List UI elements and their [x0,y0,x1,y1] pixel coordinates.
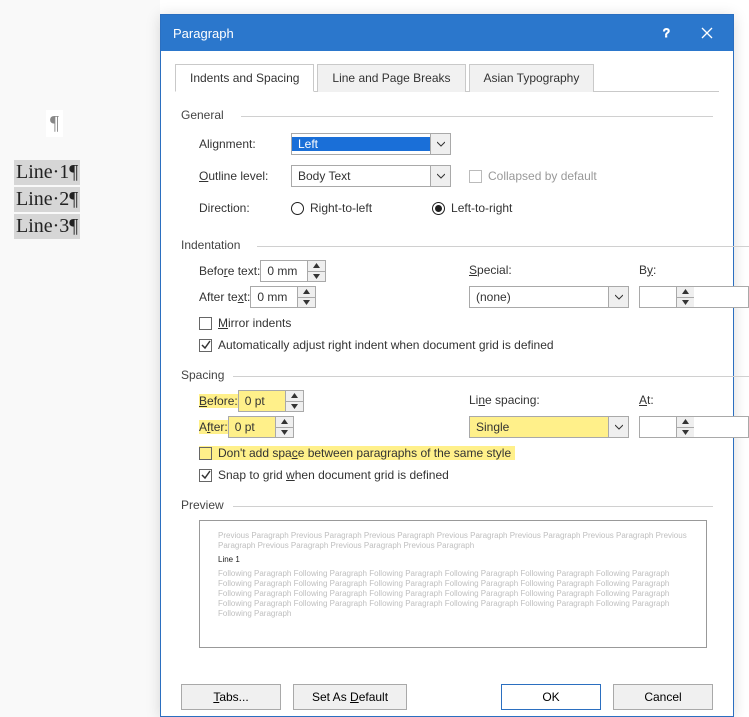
auto-adjust-label: Automatically adjust right indent when d… [218,338,554,352]
up-icon [677,287,694,297]
spacing-before-label: Before: [199,394,238,408]
preview-group: Preview Previous Paragraph Previous Para… [181,492,713,648]
down-icon [308,271,325,282]
paragraph-dialog: Paragraph ? Indents and Spacing Line and… [160,14,734,717]
general-legend: General [181,108,713,122]
at-value [640,417,676,437]
preview-main-text: Line 1 [218,555,688,565]
alignment-label: Alignment: [199,137,291,151]
down-icon [298,297,315,308]
up-icon [308,261,325,271]
preview-box: Previous Paragraph Previous Paragraph Pr… [199,520,707,648]
down-icon [276,427,293,438]
by-spinner[interactable] [639,286,749,308]
tab-label: Indents and Spacing [190,71,299,85]
ltr-label: Left-to-right [451,201,512,215]
dont-add-space-checkbox[interactable]: Don't add space between paragraphs of th… [199,446,515,460]
default-button-label: Set As Default [312,690,388,704]
collapsed-checkbox: Collapsed by default [469,169,597,183]
up-icon [677,417,694,427]
pilcrow-mark: ¶ [46,110,63,137]
tab-asian-typography[interactable]: Asian Typography [469,64,595,92]
help-button[interactable]: ? [647,15,687,51]
outline-label: Outline level: [199,169,291,183]
cancel-label: Cancel [644,690,681,704]
after-text-label: After text: [199,290,250,304]
line-spacing-label: Line spacing: [469,393,639,407]
up-icon [276,417,293,427]
dialog-title: Paragraph [173,26,234,41]
spacing-before-value: 0 pt [239,391,285,411]
spacing-legend: Spacing [181,368,749,382]
preview-legend: Preview [181,498,713,512]
up-icon [286,391,303,401]
by-label: By: [639,263,749,277]
after-text-value: 0 mm [251,287,297,307]
at-spinner[interactable] [639,416,749,438]
tab-label: Line and Page Breaks [332,71,450,85]
mirror-label: Mirror indents [218,316,291,330]
ok-label: OK [542,690,559,704]
special-value: (none) [470,290,608,304]
after-text-spinner[interactable]: 0 mm [250,286,316,308]
general-group: General Alignment: Left Outline level: B… [181,102,713,226]
chevron-down-icon [608,287,628,307]
line-spacing-value: Single [470,420,608,434]
outline-value: Body Text [292,169,430,183]
tabs-button-label: Tabs... [213,690,248,704]
before-text-label: Before text: [199,264,260,278]
chevron-down-icon [430,134,450,154]
down-icon [677,297,694,308]
rtl-radio[interactable]: Right-to-left [291,201,372,215]
down-icon [677,427,694,438]
spacing-after-value: 0 pt [229,417,275,437]
snap-grid-checkbox[interactable]: Snap to grid when document grid is defin… [199,468,449,482]
cancel-button[interactable]: Cancel [613,684,713,710]
spacing-before-spinner[interactable]: 0 pt [238,390,304,412]
chevron-down-icon [430,166,450,186]
alignment-combo[interactable]: Left [291,133,451,155]
down-icon [286,401,303,412]
spacing-after-label: After: [199,420,228,434]
preview-prev-text: Previous Paragraph Previous Paragraph Pr… [218,531,688,551]
ltr-radio[interactable]: Left-to-right [432,201,512,215]
svg-text:?: ? [663,27,670,39]
chevron-down-icon [608,417,628,437]
dont-add-label: Don't add space between paragraphs of th… [218,446,511,460]
auto-adjust-checkbox[interactable]: Automatically adjust right indent when d… [199,338,554,352]
titlebar: Paragraph ? [161,15,733,51]
doc-line: Line·3¶ [14,214,80,239]
tab-indents-spacing[interactable]: Indents and Spacing [175,64,314,92]
preview-follow-text: Following Paragraph Following Paragraph … [218,569,688,619]
ok-button[interactable]: OK [501,684,601,710]
mirror-indents-checkbox[interactable]: Mirror indents [199,316,291,330]
special-label: Special: [469,263,639,277]
at-label: At: [639,393,749,407]
outline-combo[interactable]: Body Text [291,165,451,187]
doc-line: Line·2¶ [14,187,80,212]
indentation-legend: Indentation [181,238,749,252]
rtl-label: Right-to-left [310,201,372,215]
line-spacing-combo[interactable]: Single [469,416,629,438]
set-default-button[interactable]: Set As Default [293,684,407,710]
collapsed-label: Collapsed by default [488,169,597,183]
tab-line-page-breaks[interactable]: Line and Page Breaks [317,64,465,92]
spacing-after-spinner[interactable]: 0 pt [228,416,294,438]
document-background: ¶ Line·1¶ Line·2¶ Line·3¶ [0,0,160,717]
before-text-value: 0 mm [261,261,307,281]
doc-line: Line·1¶ [14,160,80,185]
close-button[interactable] [687,15,727,51]
tab-label: Asian Typography [484,71,580,85]
before-text-spinner[interactable]: 0 mm [260,260,326,282]
direction-label: Direction: [199,201,291,215]
snap-label: Snap to grid when document grid is defin… [218,468,449,482]
indentation-group: Indentation Before text: 0 mm Special: B… [181,232,749,356]
up-icon [298,287,315,297]
by-value [640,287,676,307]
spacing-group: Spacing Before: 0 pt Line spacing: At: A… [181,362,749,486]
tabs-button[interactable]: Tabs... [181,684,281,710]
alignment-value: Left [292,137,430,151]
special-combo[interactable]: (none) [469,286,629,308]
